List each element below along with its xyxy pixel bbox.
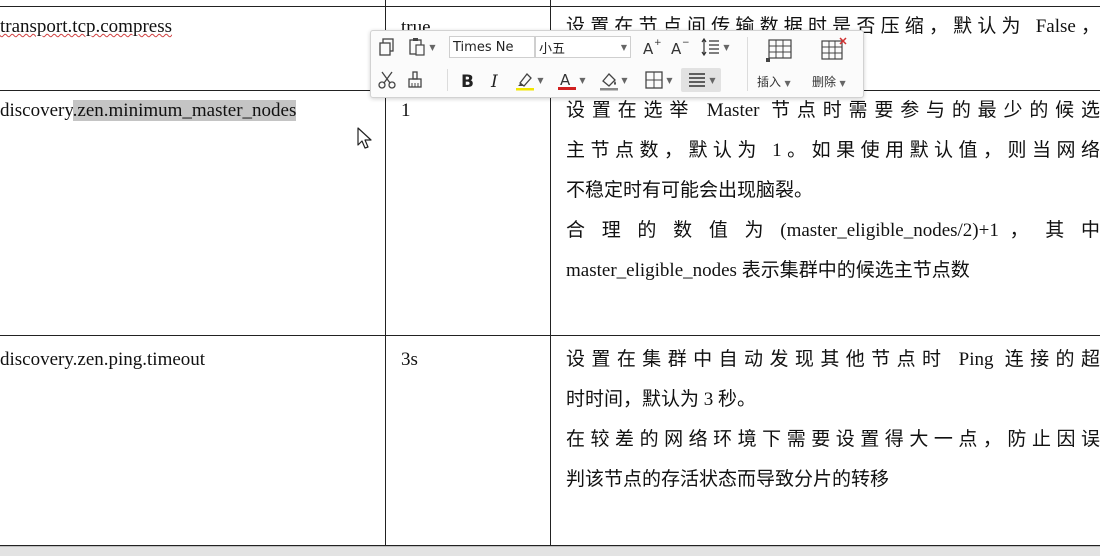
increase-font-button[interactable]: A +: [639, 35, 663, 59]
chevron-down-icon: ▼: [723, 42, 730, 52]
delete-table-icon: [821, 37, 847, 60]
decrease-font-button[interactable]: A −: [667, 35, 691, 59]
chevron-down-icon: ▼: [709, 75, 716, 85]
format-painter-icon: [408, 71, 422, 88]
align-icon: [689, 73, 706, 87]
delete-label-button[interactable]: 删除 ▼: [812, 73, 846, 90]
svg-text:+: +: [654, 38, 662, 48]
table-cell-value[interactable]: 3s: [401, 340, 418, 380]
floating-format-toolbar: ▼ Times Ne 小五 ▼ A + A − ▼ B I ▼ A ▼ ▼ ▼ …: [370, 30, 864, 98]
table-cell-param[interactable]: discovery.zen.minimum_master_nodes: [0, 91, 297, 131]
border-icon: [645, 71, 664, 89]
description-line: 判该节点的存活状态而导致分片的转移: [566, 469, 890, 490]
value-text: 3s: [401, 349, 418, 370]
svg-text:I: I: [490, 72, 498, 91]
chevron-down-icon: ▼: [620, 42, 627, 52]
format-painter-button[interactable]: [403, 68, 427, 92]
copy-button[interactable]: [375, 35, 399, 59]
shading-button[interactable]: ▼: [595, 68, 631, 92]
param-text: discovery: [0, 100, 73, 121]
paste-button[interactable]: ▼: [403, 35, 439, 59]
cut-button[interactable]: [375, 68, 399, 92]
svg-text:A: A: [560, 71, 571, 89]
description-line: 在较差的网络环境下需要设置得大一点，防止因误: [566, 429, 1100, 450]
font-size-combo[interactable]: 小五 ▼: [535, 36, 631, 58]
delete-table-button[interactable]: [809, 35, 857, 65]
value-text: 1: [401, 100, 411, 121]
table-cell-description[interactable]: 设置在选举 Master 节点时需要参与的最少的候选 主节点数，默认为 1。如果…: [566, 91, 1100, 291]
decrease-font-icon: A −: [671, 38, 690, 58]
paste-icon: [409, 38, 426, 56]
chevron-down-icon: ▼: [666, 75, 673, 85]
chevron-down-icon: ▼: [782, 79, 791, 88]
svg-text:−: −: [682, 38, 690, 48]
param-text: discovery.zen.ping.timeout: [0, 349, 206, 370]
insert-label: 插入: [757, 75, 782, 89]
line-spacing-button[interactable]: ▼: [695, 35, 735, 59]
chevron-down-icon: ▼: [621, 75, 628, 85]
table-cell-param[interactable]: discovery.zen.ping.timeout: [0, 340, 205, 380]
font-color-icon: A: [558, 71, 577, 90]
description-line: 设置在集群中自动发现其他节点时 Ping 连接的超: [566, 349, 1100, 370]
insert-table-button[interactable]: [755, 35, 803, 65]
mouse-cursor-icon: [357, 127, 372, 149]
insert-table-icon: [766, 39, 792, 62]
insert-label-button[interactable]: 插入 ▼: [757, 73, 791, 90]
param-text: transport.tcp.compress: [0, 16, 173, 37]
line-spacing-icon: [701, 37, 720, 57]
description-line: 不稳定时有可能会出现脑裂。: [566, 180, 814, 201]
highlight-icon: [516, 73, 535, 91]
description-line: 时时间，默认为 3 秒。: [566, 389, 757, 410]
table-cell-description[interactable]: 设置在集群中自动发现其他节点时 Ping 连接的超 时时间，默认为 3 秒。 在…: [566, 340, 1100, 500]
highlight-button[interactable]: ▼: [511, 68, 547, 92]
description-line: 主节点数，默认为 1。如果使用默认值，则当网络: [566, 140, 1100, 161]
chevron-down-icon: ▼: [837, 79, 846, 88]
toolbar-separator: [447, 69, 448, 91]
font-name-value: Times Ne: [453, 39, 514, 55]
svg-text:B: B: [461, 72, 474, 91]
copy-icon: [379, 38, 394, 56]
svg-text:A: A: [643, 40, 654, 58]
italic-icon: I: [490, 72, 498, 91]
bold-icon: B: [461, 72, 474, 91]
chevron-down-icon: ▼: [537, 75, 544, 85]
selected-text[interactable]: .zen.minimum_master_nodes: [72, 100, 297, 121]
toolbar-separator: [747, 37, 748, 91]
description-line: 合 理 的 数 值 为 (master_eligible_nodes/2)+1 …: [566, 220, 1100, 241]
align-button[interactable]: ▼: [681, 68, 721, 92]
border-button[interactable]: ▼: [639, 68, 677, 92]
delete-label: 删除: [812, 75, 837, 89]
font-size-value: 小五: [539, 41, 566, 57]
italic-button[interactable]: I: [483, 68, 507, 92]
chevron-down-icon: ▼: [579, 75, 586, 85]
svg-text:A: A: [671, 40, 682, 58]
bold-button[interactable]: B: [455, 68, 479, 92]
chevron-down-icon: ▼: [429, 42, 436, 52]
increase-font-icon: A +: [643, 38, 662, 58]
cut-icon: [378, 71, 396, 89]
table-cell-param[interactable]: transport.tcp.compress: [0, 7, 172, 47]
font-name-combo[interactable]: Times Ne: [449, 36, 535, 58]
font-color-button[interactable]: A ▼: [553, 68, 589, 92]
shading-icon: [600, 73, 619, 91]
description-line: master_eligible_nodes 表示集群中的候选主节点数: [566, 260, 970, 281]
